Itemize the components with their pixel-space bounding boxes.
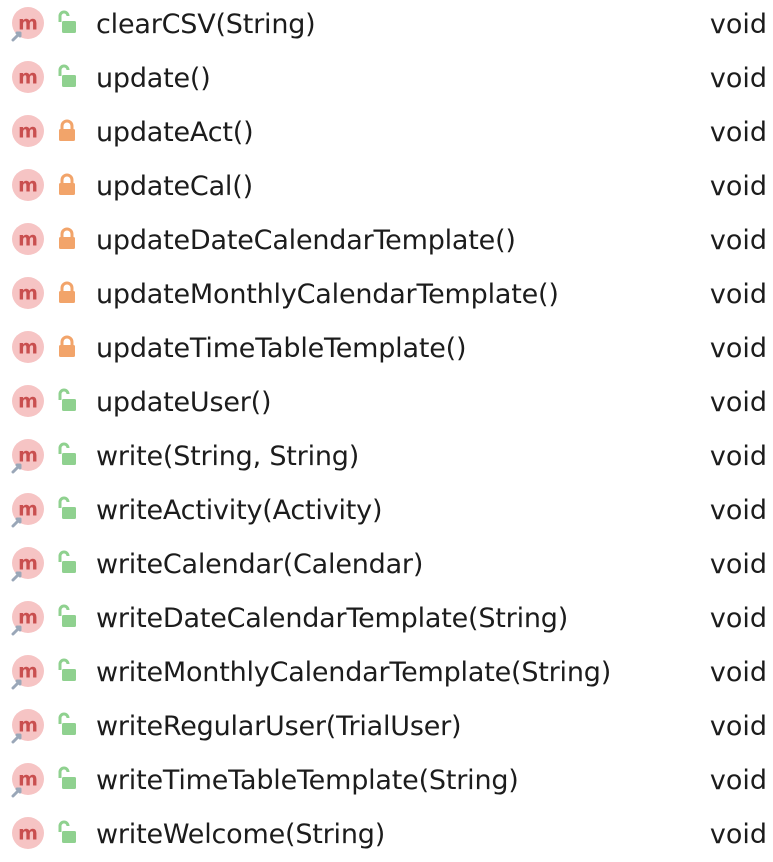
method-row[interactable]: m writeWelcome(String) void: [0, 808, 773, 862]
method-row[interactable]: m writeMonthlyCalendarTemplate(String) voi…: [0, 646, 773, 700]
method-return-type: void: [709, 225, 767, 256]
svg-text:m: m: [18, 283, 38, 305]
private-lock-icon: [54, 279, 80, 307]
method-signature: updateUser(): [96, 387, 272, 418]
svg-text:m: m: [18, 607, 38, 629]
method-row[interactable]: m write(String, String) void: [0, 430, 773, 484]
method-signature: write(String, String): [96, 441, 360, 472]
method-icon: m: [10, 60, 46, 96]
svg-text:m: m: [18, 13, 38, 35]
method-signature: updateMonthlyCalendarTemplate(): [96, 279, 559, 310]
method-icon: m: [10, 384, 46, 420]
method-return-type: void: [709, 495, 767, 526]
method-override-icon: m: [10, 492, 46, 528]
method-icon: m: [10, 222, 46, 258]
public-unlock-icon: [54, 495, 80, 523]
public-unlock-icon: [54, 441, 80, 469]
method-return-type: void: [709, 819, 767, 850]
method-signature: writeTimeTableTemplate(String): [96, 765, 519, 796]
method-row[interactable]: m update() void: [0, 52, 773, 106]
method-override-icon: m: [10, 654, 46, 690]
method-signature: writeMonthlyCalendarTemplate(String): [96, 657, 612, 688]
method-signature: update(): [96, 63, 211, 94]
private-lock-icon: [54, 117, 80, 145]
method-signature: updateAct(): [96, 117, 254, 148]
method-row[interactable]: m updateAct() void: [0, 106, 773, 160]
svg-text:m: m: [18, 121, 38, 143]
public-unlock-icon: [54, 819, 80, 847]
method-return-type: void: [709, 333, 767, 364]
method-icon: m: [10, 168, 46, 204]
method-return-type: void: [709, 657, 767, 688]
method-row[interactable]: m writeActivity(Activity) void: [0, 484, 773, 538]
public-unlock-icon: [54, 387, 80, 415]
method-return-type: void: [709, 9, 767, 40]
svg-text:m: m: [18, 229, 38, 251]
public-unlock-icon: [54, 711, 80, 739]
method-signature: updateDateCalendarTemplate(): [96, 225, 516, 256]
method-signature: updateTimeTableTemplate(): [96, 333, 467, 364]
method-row[interactable]: m writeCalendar(Calendar) void: [0, 538, 773, 592]
method-row[interactable]: m writeDateCalendarTemplate(String) void: [0, 592, 773, 646]
method-return-type: void: [709, 117, 767, 148]
method-signature: clearCSV(String): [96, 9, 316, 40]
method-signature: writeWelcome(String): [96, 819, 386, 850]
public-unlock-icon: [54, 657, 80, 685]
method-signature: writeRegularUser(TrialUser): [96, 711, 462, 742]
svg-text:m: m: [18, 661, 38, 683]
method-signature: writeCalendar(Calendar): [96, 549, 424, 580]
method-return-type: void: [709, 549, 767, 580]
svg-text:m: m: [18, 445, 38, 467]
svg-text:m: m: [18, 553, 38, 575]
method-list: m clearCSV(String) void m update() void m updat…: [0, 0, 773, 850]
svg-text:m: m: [18, 67, 38, 89]
method-row[interactable]: m updateUser() void: [0, 376, 773, 430]
public-unlock-icon: [54, 549, 80, 577]
private-lock-icon: [54, 225, 80, 253]
method-return-type: void: [709, 603, 767, 634]
method-signature: writeDateCalendarTemplate(String): [96, 603, 569, 634]
method-row[interactable]: m updateCal() void: [0, 160, 773, 214]
method-return-type: void: [709, 711, 767, 742]
svg-text:m: m: [18, 769, 38, 791]
method-signature: updateCal(): [96, 171, 253, 202]
private-lock-icon: [54, 333, 80, 361]
method-row[interactable]: m clearCSV(String) void: [0, 0, 773, 52]
method-row[interactable]: m updateDateCalendarTemplate() void: [0, 214, 773, 268]
svg-text:m: m: [18, 715, 38, 737]
method-return-type: void: [709, 63, 767, 94]
method-row[interactable]: m writeRegularUser(TrialUser) void: [0, 700, 773, 754]
method-return-type: void: [709, 279, 767, 310]
svg-text:m: m: [18, 391, 38, 413]
public-unlock-icon: [54, 765, 80, 793]
svg-text:m: m: [18, 175, 38, 197]
method-override-icon: m: [10, 438, 46, 474]
method-icon: m: [10, 276, 46, 312]
method-override-icon: m: [10, 600, 46, 636]
method-return-type: void: [709, 765, 767, 796]
method-override-icon: m: [10, 6, 46, 42]
method-row[interactable]: m updateTimeTableTemplate() void: [0, 322, 773, 376]
method-return-type: void: [709, 441, 767, 472]
public-unlock-icon: [54, 603, 80, 631]
method-override-icon: m: [10, 708, 46, 744]
method-icon: m: [10, 114, 46, 150]
method-return-type: void: [709, 387, 767, 418]
method-return-type: void: [709, 171, 767, 202]
method-override-icon: m: [10, 762, 46, 798]
svg-text:m: m: [18, 337, 38, 359]
method-row[interactable]: m updateMonthlyCalendarTemplate() void: [0, 268, 773, 322]
public-unlock-icon: [54, 9, 80, 37]
method-row[interactable]: m writeTimeTableTemplate(String) void: [0, 754, 773, 808]
svg-text:m: m: [18, 499, 38, 521]
svg-text:m: m: [18, 823, 38, 845]
private-lock-icon: [54, 171, 80, 199]
method-override-icon: m: [10, 546, 46, 582]
method-icon: m: [10, 330, 46, 366]
method-signature: writeActivity(Activity): [96, 495, 383, 526]
public-unlock-icon: [54, 63, 80, 91]
method-icon: m: [10, 816, 46, 852]
